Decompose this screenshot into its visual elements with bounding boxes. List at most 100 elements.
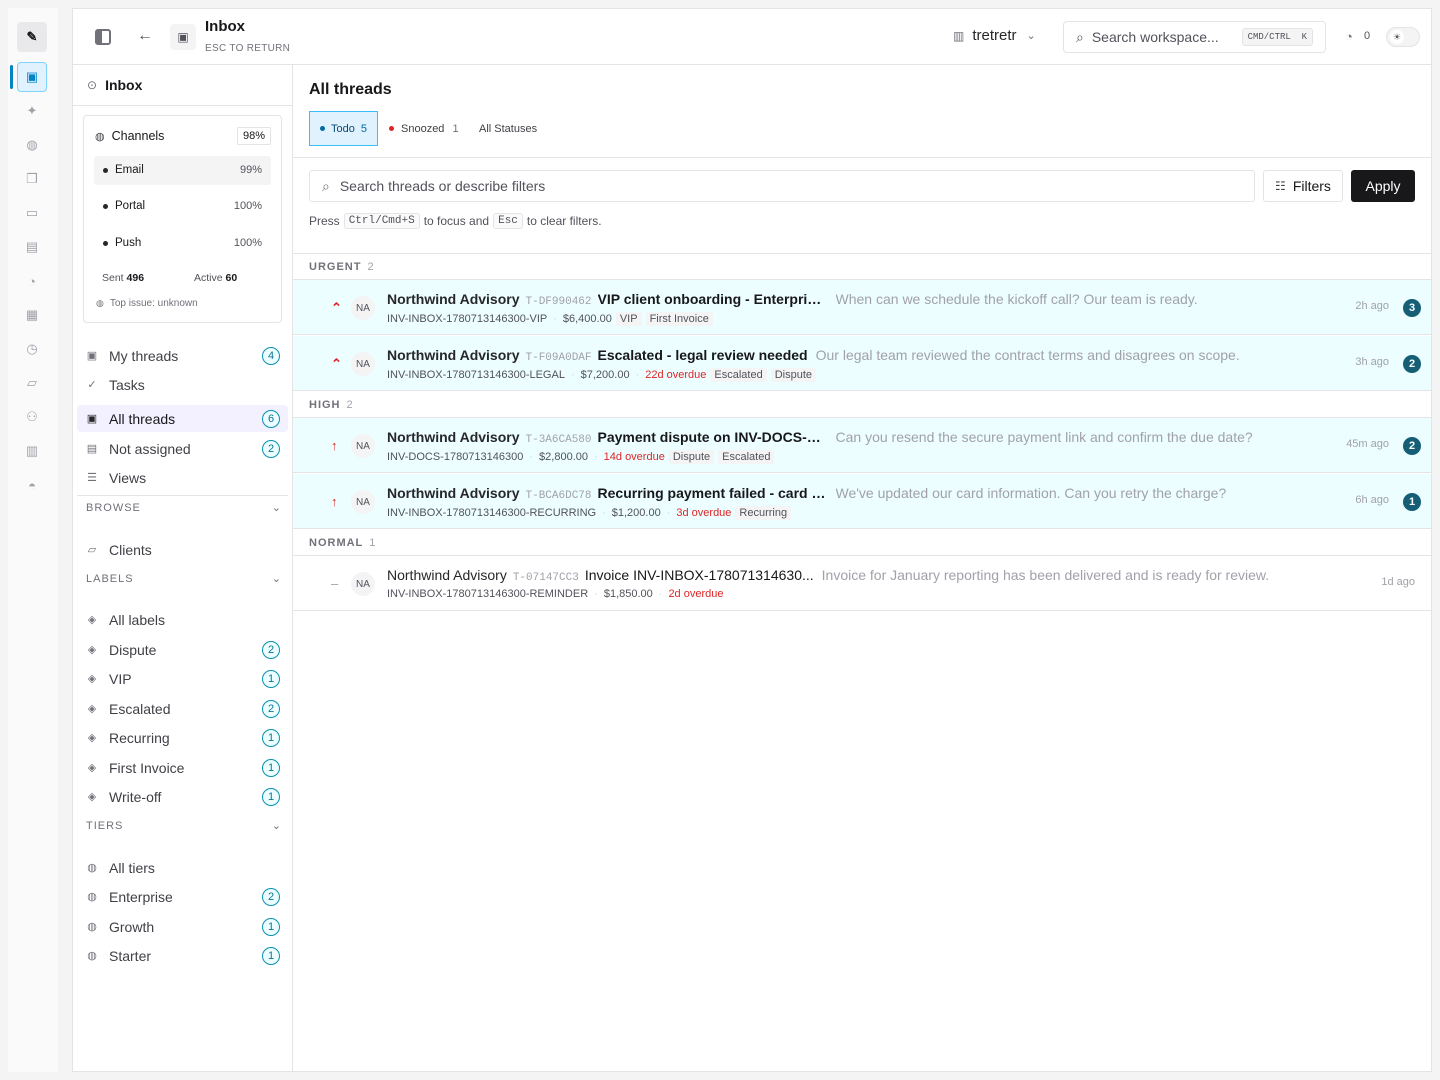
labels-header[interactable]: LABELS ⌄: [86, 572, 282, 586]
globe-icon: ◍: [96, 298, 104, 308]
filters-button[interactable]: ☷ Filters: [1263, 170, 1343, 202]
sidebar-toggle-icon[interactable]: [95, 29, 111, 45]
search-placeholder: Search workspace...: [1091, 29, 1219, 45]
count-badge: 1: [262, 946, 280, 965]
inbox-icon: ▣: [86, 413, 98, 425]
sent-value: 496: [126, 272, 145, 284]
urgent-priority-icon: ⌃: [331, 300, 342, 315]
document-icon[interactable]: ▤: [17, 232, 47, 262]
label-recurring[interactable]: ◈ Recurring 1: [77, 724, 288, 751]
section-heading: BROWSE: [86, 501, 141, 514]
thread-line: Northwind Advisory T-BCA6DC78 Recurring …: [387, 485, 1347, 502]
tab-todo[interactable]: Todo 5: [309, 111, 378, 146]
theme-toggle[interactable]: ☀: [1386, 27, 1420, 47]
file-check-icon[interactable]: ▦: [17, 300, 47, 330]
nav-tasks[interactable]: ✓ Tasks: [77, 371, 288, 398]
client-name: Northwind Advisory: [387, 567, 507, 583]
nav-label: VIP: [109, 670, 132, 687]
count-badge: 1: [262, 758, 280, 777]
channel-push[interactable]: Push 100%: [94, 229, 271, 258]
logo-icon[interactable]: ✎: [17, 22, 47, 52]
tier-enterprise[interactable]: ◍ Enterprise 2: [77, 883, 288, 910]
invoice-id: INV-DOCS-1780713146300: [387, 451, 524, 463]
browse-header[interactable]: BROWSE ⌄: [86, 501, 282, 515]
count-badge: 2: [262, 439, 280, 458]
nav-my-threads[interactable]: ▣ My threads 4: [77, 342, 288, 369]
overdue-status: 14d overdue: [603, 451, 665, 463]
thread-row[interactable]: ↑ NA Northwind Advisory T-3A6CA580 Payme…: [293, 418, 1431, 473]
label-write-off[interactable]: ◈ Write-off 1: [77, 783, 288, 810]
group-high: HIGH 2: [293, 392, 1431, 418]
separator: ·: [666, 507, 671, 519]
group-normal: NORMAL 1: [293, 530, 1431, 556]
icon-rail: ✎ ▣ ✦ ◍ ❐ ▭ ▤ ◔ ▦ ◷ ▱ ⚇ ▥ ◓: [8, 8, 58, 1072]
nav-clients[interactable]: ▱ Clients: [77, 536, 288, 563]
label-dispute[interactable]: ◈ Dispute 2: [77, 636, 288, 663]
thread-subject: Invoice INV-INBOX-178071314630...: [584, 567, 814, 583]
tab-all-statuses[interactable]: All Statuses: [479, 111, 537, 146]
archive-icon[interactable]: ▥: [17, 436, 47, 466]
globe-icon[interactable]: ◍: [17, 130, 47, 160]
tab-label: Todo: [331, 122, 355, 135]
tier-starter[interactable]: ◍ Starter 1: [77, 942, 288, 969]
label-vip[interactable]: ◈ VIP 1: [77, 665, 288, 692]
card-icon[interactable]: ▭: [17, 198, 47, 228]
separator: ·: [658, 588, 663, 600]
tab-snoozed[interactable]: Snoozed 1: [389, 111, 459, 146]
thread-row[interactable]: ⌃ NA Northwind Advisory T-F09A0DAF Escal…: [293, 336, 1431, 391]
globe-icon: ◍: [95, 130, 105, 143]
copy-icon[interactable]: ❐: [17, 164, 47, 194]
channels-label: Channels: [111, 129, 165, 143]
group-count: 2: [346, 398, 354, 411]
tier-growth[interactable]: ◍ Growth 1: [77, 913, 288, 940]
nav-all-threads[interactable]: ▣ All threads 6: [77, 405, 288, 432]
thread-row[interactable]: – NA Northwind Advisory T-07147CC3 Invoi…: [293, 556, 1431, 611]
tab-label: Snoozed: [401, 122, 445, 135]
apply-button[interactable]: Apply: [1351, 170, 1415, 202]
workspace-switcher[interactable]: ▥ tretretr ⌄: [953, 27, 1036, 44]
folder-icon[interactable]: ▱: [17, 368, 47, 398]
globe-icon: ◍: [87, 921, 97, 933]
channel-email[interactable]: Email 99%: [94, 156, 271, 185]
inbox-icon[interactable]: ▣: [10, 62, 47, 92]
notification-icon[interactable]: ◓: [17, 470, 47, 500]
label-first-invoice[interactable]: ◈ First Invoice 1: [77, 754, 288, 781]
section-heading: TIERS: [86, 819, 124, 832]
workspace-search[interactable]: ⌕ Search workspace... CMD/CTRL K: [1063, 21, 1326, 53]
back-arrow-icon[interactable]: ←: [137, 27, 153, 45]
users-icon[interactable]: ⚇: [17, 402, 47, 432]
nav-label: Starter: [109, 947, 152, 964]
tag: Dispute: [668, 450, 715, 464]
bell-icon[interactable]: ◔: [17, 266, 47, 296]
thread-row[interactable]: ⌃ NA Northwind Advisory T-DF990462 VIP c…: [293, 280, 1431, 335]
thread-row[interactable]: ↑ NA Northwind Advisory T-BCA6DC78 Recur…: [293, 474, 1431, 529]
label-all[interactable]: ◈ All labels: [77, 606, 288, 633]
channel-portal[interactable]: Portal 100%: [94, 192, 271, 221]
search-shortcut: CMD/CTRL K: [1241, 28, 1313, 46]
thread-subject: Recurring payment failed - card e...: [597, 485, 828, 501]
tag-icon: ◈: [87, 791, 97, 803]
tab-count: 1: [452, 122, 459, 135]
status-dot: [320, 126, 325, 131]
nav-views[interactable]: ☰ Views: [77, 464, 288, 491]
count-badge: 4: [262, 346, 280, 365]
channel-pct: 100%: [233, 237, 262, 249]
tiers-header[interactable]: TIERS ⌄: [86, 819, 282, 833]
sun-icon: ☀: [1390, 30, 1404, 44]
clock-icon[interactable]: ◷: [17, 334, 47, 364]
active-stat: Active 60: [194, 272, 237, 284]
rocket-icon[interactable]: ✦: [17, 96, 47, 126]
thread-search-input[interactable]: ⌕ Search threads or describe filters: [309, 170, 1255, 202]
nav-not-assigned[interactable]: ▤ Not assigned 2: [77, 435, 288, 462]
bell-icon[interactable]: ◔: [1345, 29, 1353, 44]
thread-meta: INV-DOCS-1780713146300 · $2,800.00 · 14d o…: [387, 450, 775, 464]
tag: Escalated: [718, 450, 775, 464]
label-escalated[interactable]: ◈ Escalated 2: [77, 695, 288, 722]
tier-all[interactable]: ◍ All tiers: [77, 854, 288, 881]
group-urgent: URGENT 2: [293, 254, 1431, 280]
message-count-badge: 3: [1403, 299, 1421, 317]
thread-meta: INV-INBOX-1780713146300-LEGAL · $7,200.00…: [387, 368, 817, 382]
shortcut-key: Ctrl/Cmd+S: [343, 213, 420, 229]
avatar: NA: [351, 434, 375, 458]
thread-id: T-07147CC3: [512, 572, 579, 584]
